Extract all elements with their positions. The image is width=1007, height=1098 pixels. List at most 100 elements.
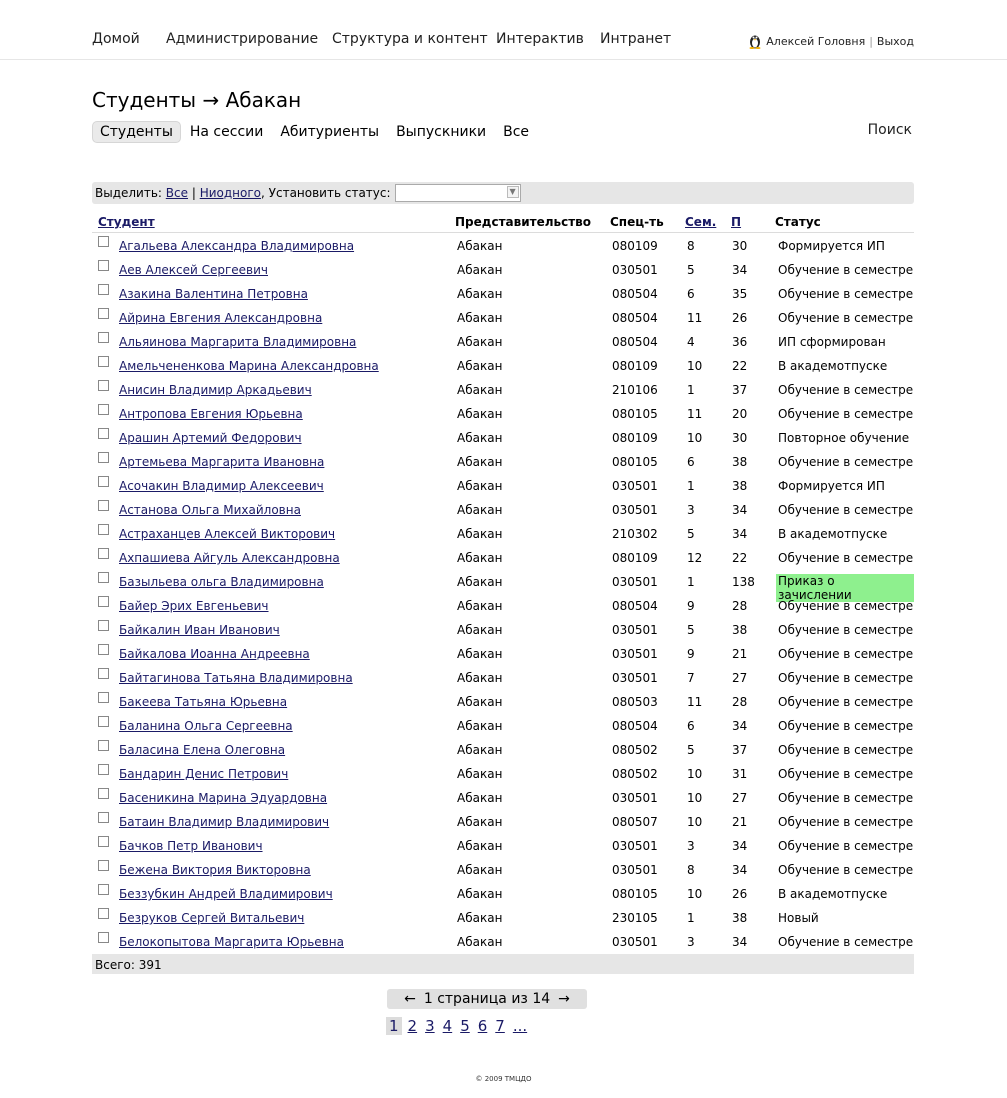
- row-checkbox[interactable]: [98, 404, 109, 415]
- header-status: Статус: [775, 215, 821, 229]
- row-checkbox[interactable]: [98, 284, 109, 295]
- student-name-link[interactable]: Агальева Александра Владимировна: [119, 239, 354, 253]
- row-checkbox[interactable]: [98, 500, 109, 511]
- tab-applicants[interactable]: Абитуриенты: [272, 122, 387, 142]
- student-name-link[interactable]: Азакина Валентина Петровна: [119, 287, 308, 301]
- student-name-link[interactable]: Астанова Ольга Михайловна: [119, 503, 301, 517]
- row-checkbox[interactable]: [98, 788, 109, 799]
- tab-all[interactable]: Все: [495, 122, 537, 142]
- select-none-link[interactable]: Ниодного: [200, 186, 261, 200]
- row-checkbox[interactable]: [98, 740, 109, 751]
- student-name-link[interactable]: Аев Алексей Сергеевич: [119, 263, 268, 277]
- student-name-link[interactable]: Батаин Владимир Владимирович: [119, 815, 329, 829]
- nav-structure[interactable]: Структура и контент: [332, 31, 488, 47]
- page-link[interactable]: 4: [441, 1017, 455, 1035]
- set-status-label: Установить статус:: [268, 186, 391, 200]
- sub-tabs: Студенты На сессии Абитуриенты Выпускник…: [92, 121, 538, 143]
- page-link[interactable]: 2: [406, 1017, 420, 1035]
- row-checkbox[interactable]: [98, 692, 109, 703]
- student-name-link[interactable]: Байкалова Иоанна Андреевна: [119, 647, 310, 661]
- tab-graduates[interactable]: Выпускники: [388, 122, 494, 142]
- student-name-link[interactable]: Базыльева ольга Владимировна: [119, 575, 324, 589]
- row-checkbox[interactable]: [98, 596, 109, 607]
- row-spec: 080504: [612, 599, 658, 613]
- student-name-link[interactable]: Амельчененкова Марина Александровна: [119, 359, 379, 373]
- student-name-link[interactable]: Байер Эрих Евгеньевич: [119, 599, 269, 613]
- student-name-link[interactable]: Альяинова Маргарита Владимировна: [119, 335, 356, 349]
- row-checkbox[interactable]: [98, 380, 109, 391]
- student-name-link[interactable]: Бакеева Татьяна Юрьевна: [119, 695, 287, 709]
- student-name-link[interactable]: Бачков Петр Иванович: [119, 839, 263, 853]
- row-checkbox[interactable]: [98, 308, 109, 319]
- row-checkbox[interactable]: [98, 452, 109, 463]
- row-status: Обучение в семестре: [778, 599, 914, 613]
- student-name-link[interactable]: Басеникина Марина Эдуардовна: [119, 791, 327, 805]
- search-link[interactable]: Поиск: [868, 122, 912, 138]
- student-name-link[interactable]: Байтагинова Татьяна Владимировна: [119, 671, 353, 685]
- next-page-arrow[interactable]: →: [558, 991, 570, 1007]
- student-name-link[interactable]: Безруков Сергей Витальевич: [119, 911, 304, 925]
- row-checkbox[interactable]: [98, 260, 109, 271]
- nav-intranet[interactable]: Интранет: [600, 31, 671, 47]
- row-checkbox[interactable]: [98, 236, 109, 247]
- page-link[interactable]: 5: [458, 1017, 472, 1035]
- row-checkbox[interactable]: [98, 860, 109, 871]
- status-select[interactable]: ▼: [394, 184, 521, 202]
- student-name-link[interactable]: Беззубкин Андрей Владимирович: [119, 887, 333, 901]
- row-rep: Абакан: [457, 647, 503, 661]
- page-link[interactable]: 3: [423, 1017, 437, 1035]
- row-checkbox[interactable]: [98, 764, 109, 775]
- nav-admin[interactable]: Администрирование: [166, 31, 318, 47]
- row-checkbox[interactable]: [98, 716, 109, 727]
- student-name-link[interactable]: Бежена Виктория Викторовна: [119, 863, 311, 877]
- student-name-link[interactable]: Анисин Владимир Аркадьевич: [119, 383, 312, 397]
- sort-student-link[interactable]: Студент: [98, 215, 155, 229]
- student-name-link[interactable]: Баланина Ольга Сергеевна: [119, 719, 293, 733]
- prev-page-arrow[interactable]: ←: [404, 991, 416, 1007]
- page-link[interactable]: 7: [493, 1017, 507, 1035]
- row-sem: 3: [687, 935, 695, 949]
- row-checkbox[interactable]: [98, 548, 109, 559]
- sort-p-link[interactable]: П: [731, 215, 741, 229]
- student-name-link[interactable]: Арашин Артемий Федорович: [119, 431, 302, 445]
- row-checkbox[interactable]: [98, 620, 109, 631]
- page-link[interactable]: 6: [476, 1017, 490, 1035]
- select-all-link[interactable]: Все: [166, 186, 188, 200]
- logout-link[interactable]: Выход: [877, 35, 914, 48]
- sort-sem-link[interactable]: Сем.: [685, 215, 716, 229]
- student-name-link[interactable]: Айрина Евгения Александровна: [119, 311, 322, 325]
- row-checkbox[interactable]: [98, 428, 109, 439]
- row-checkbox[interactable]: [98, 932, 109, 943]
- row-checkbox[interactable]: [98, 332, 109, 343]
- table-row: Альяинова Маргарита Владимировна Абакан 08…: [92, 329, 914, 353]
- student-name-link[interactable]: Астраханцев Алексей Викторович: [119, 527, 335, 541]
- student-name-link[interactable]: Белокопытова Маргарита Юрьевна: [119, 935, 344, 949]
- row-p: 21: [732, 815, 748, 829]
- row-rep: Абакан: [457, 695, 503, 709]
- nav-home[interactable]: Домой: [92, 31, 140, 47]
- row-checkbox[interactable]: [98, 644, 109, 655]
- student-name-link[interactable]: Баласина Елена Олеговна: [119, 743, 285, 757]
- row-checkbox[interactable]: [98, 476, 109, 487]
- student-name-link[interactable]: Асочакин Владимир Алексеевич: [119, 479, 324, 493]
- student-name-link[interactable]: Антропова Евгения Юрьевна: [119, 407, 303, 421]
- select-separator: |: [191, 186, 196, 200]
- tab-on-session[interactable]: На сессии: [182, 122, 271, 142]
- row-checkbox[interactable]: [98, 812, 109, 823]
- nav-interactive[interactable]: Интерактив: [496, 31, 584, 47]
- row-checkbox[interactable]: [98, 668, 109, 679]
- student-name-link[interactable]: Байкалин Иван Иванович: [119, 623, 280, 637]
- row-checkbox[interactable]: [98, 572, 109, 583]
- row-p: 34: [732, 839, 748, 853]
- row-checkbox[interactable]: [98, 836, 109, 847]
- page-link[interactable]: ...: [511, 1017, 529, 1035]
- student-name-link[interactable]: Артемьева Маргарита Ивановна: [119, 455, 324, 469]
- row-checkbox[interactable]: [98, 356, 109, 367]
- student-name-link[interactable]: Ахпашиева Айгуль Александровна: [119, 551, 340, 565]
- student-name-link[interactable]: Бандарин Денис Петрович: [119, 767, 288, 781]
- row-checkbox[interactable]: [98, 524, 109, 535]
- user-name-link[interactable]: Алексей Головня: [766, 35, 865, 48]
- row-checkbox[interactable]: [98, 884, 109, 895]
- tab-students[interactable]: Студенты: [92, 121, 181, 143]
- row-checkbox[interactable]: [98, 908, 109, 919]
